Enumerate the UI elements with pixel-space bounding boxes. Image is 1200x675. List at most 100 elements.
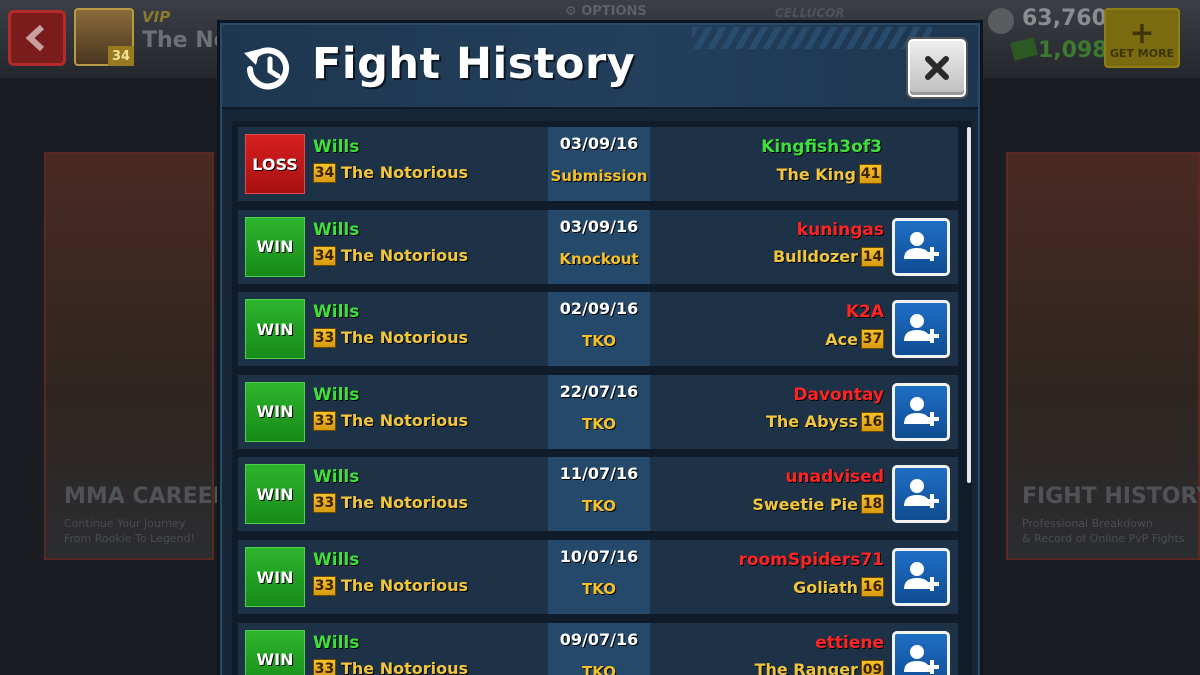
add-friend-button[interactable] <box>892 548 950 606</box>
result-badge: LOSS <box>245 134 305 194</box>
opponent-name[interactable]: unadvised <box>785 467 884 487</box>
fight-row[interactable]: WIN Wills 33 The Notorious 10/07/16 TKO roomSp… <box>238 540 958 614</box>
player-name: Wills <box>313 384 360 405</box>
fight-date: 10/07/16 <box>559 547 639 566</box>
coin-count: 63,760 <box>1022 6 1107 31</box>
opponent-level-badge: 09 <box>861 659 884 675</box>
player-title: The Notorious <box>341 328 469 348</box>
player-title: The Notorious <box>341 658 469 675</box>
opponent-name[interactable]: kuningas <box>797 220 884 240</box>
add-friend-icon <box>904 562 939 591</box>
opponent-name[interactable]: roomSpiders71 <box>738 550 884 570</box>
back-arrow-icon <box>25 24 45 52</box>
plus-icon: + <box>1129 16 1155 51</box>
fight-history-card-title: FIGHT HISTORY <box>1022 484 1200 509</box>
vip-label: VIP <box>142 8 171 26</box>
opponent-info: The Ranger 09 <box>755 659 884 675</box>
fight-row[interactable]: WIN Wills 34 The Notorious 03/09/16 Knockout k… <box>238 209 958 284</box>
player-title: The Notorious <box>341 493 469 513</box>
player-level-badge: 33 <box>313 493 336 514</box>
player-name: Wills <box>313 219 360 240</box>
fight-method: TKO <box>582 662 616 675</box>
opponent-level-badge: 18 <box>861 494 884 515</box>
fight-row[interactable]: WIN Wills 33 The Notorious 22/07/16 TKO Davont… <box>238 374 958 449</box>
player-title: The Notorious <box>341 410 469 430</box>
player-level-badge: 34 <box>313 163 336 183</box>
fight-row[interactable]: WIN Wills 33 The Notorious 09/07/16 TKO ettien… <box>238 622 958 675</box>
close-x-icon <box>925 56 949 80</box>
fight-method: TKO <box>582 414 616 433</box>
fight-date: 22/07/16 <box>559 381 639 401</box>
add-friend-button[interactable] <box>892 382 950 441</box>
result-badge: WIN <box>245 547 305 607</box>
mma-career-sub1: Continue Your Journey <box>64 517 186 530</box>
fight-method: TKO <box>582 580 616 598</box>
player-name: Wills <box>313 302 360 323</box>
opponent-info: Goliath 16 <box>793 576 884 598</box>
fight-date: 02/09/16 <box>559 299 639 319</box>
opponent-title: Goliath <box>793 577 858 597</box>
fight-row[interactable]: LOSS Wills 34 The Notorious 03/09/16 Submissi… <box>238 127 958 201</box>
opponent-level-badge: 14 <box>861 246 884 267</box>
opponent-name[interactable]: Davontay <box>793 385 884 405</box>
mma-career-card[interactable]: MMA CAREER Continue Your Journey From Ro… <box>44 152 230 560</box>
opponent-info: Bulldozer 14 <box>773 246 884 268</box>
fight-list[interactable]: LOSS Wills 34 The Notorious 03/09/16 Submissi… <box>232 121 972 675</box>
opponent-info: The Abyss 16 <box>766 411 884 433</box>
modal-header: Fight History <box>222 25 978 109</box>
scrollbar[interactable] <box>967 127 971 483</box>
get-more-button[interactable]: + GET MORE <box>1104 8 1180 68</box>
fight-row[interactable]: WIN Wills 33 The Notorious 11/07/16 TKO unadvi… <box>238 457 958 532</box>
add-friend-button[interactable] <box>892 300 950 359</box>
opponent-info: The King 41 <box>777 163 882 185</box>
fight-method: TKO <box>582 497 616 516</box>
fight-row[interactable]: WIN Wills 33 The Notorious 02/09/16 TKO K2A Ace… <box>238 292 958 367</box>
history-clock-icon <box>244 47 289 90</box>
opponent-title: Ace <box>825 329 858 349</box>
fight-date: 03/09/16 <box>559 216 639 236</box>
back-button[interactable] <box>8 10 66 66</box>
add-friend-button[interactable] <box>892 630 950 675</box>
player-name: Wills <box>313 550 360 570</box>
player-level-badge: 33 <box>313 410 336 431</box>
opponent-title: The Ranger <box>754 660 858 675</box>
opponent-name[interactable]: ettiene <box>815 633 884 653</box>
add-friend-button[interactable] <box>892 217 950 276</box>
opponent-level-badge: 16 <box>861 577 884 597</box>
add-friend-icon <box>904 314 939 344</box>
opponent-level-badge: 16 <box>861 411 884 432</box>
opponent-info: Ace 37 <box>825 328 884 350</box>
fight-date: 03/09/16 <box>559 134 639 153</box>
player-level-badge: 33 <box>313 658 336 675</box>
sponsor-logo: CELLUCOR <box>775 6 845 20</box>
result-badge: WIN <box>245 216 305 277</box>
fight-method: TKO <box>582 332 616 351</box>
header-decoration <box>692 27 932 49</box>
mma-career-sub2: From Rookie To Legend! <box>64 532 195 545</box>
fight-method: Knockout <box>559 249 639 268</box>
options-button[interactable]: ⚙ OPTIONS <box>565 4 647 19</box>
player-level-badge: 34 <box>313 245 336 266</box>
opponent-level-badge: 37 <box>861 329 884 350</box>
add-friend-icon <box>904 396 939 426</box>
opponent-name[interactable]: K2A <box>846 302 884 322</box>
fight-history-modal: Fight History LOSS Wills 34 The Notorious 03… <box>220 23 980 675</box>
fight-history-card-sub2: & Record of Online PvP Fights <box>1022 532 1185 545</box>
opponent-name[interactable]: Kingfish3of3 <box>761 137 882 157</box>
fight-history-card[interactable]: FIGHT HISTORY Professional Breakdown & R… <box>1006 152 1200 560</box>
result-badge: WIN <box>245 381 305 442</box>
add-friend-button[interactable] <box>892 465 950 524</box>
opponent-title: Bulldozer <box>772 247 858 267</box>
player-level-badge: 33 <box>313 328 336 349</box>
player-name: Wills <box>313 632 360 653</box>
close-button[interactable] <box>908 39 966 97</box>
opponent-title: The Abyss <box>765 412 858 432</box>
opponent-title: Sweetie Pie <box>752 494 858 514</box>
add-friend-icon <box>904 479 939 509</box>
player-level-badge: 33 <box>313 576 336 596</box>
player-title: The Notorious <box>341 245 469 265</box>
opponent-info: Sweetie Pie 18 <box>752 493 884 515</box>
fight-date: 11/07/16 <box>559 464 639 484</box>
fight-history-card-sub1: Professional Breakdown <box>1022 517 1153 530</box>
player-avatar-level: 34 <box>108 46 134 66</box>
